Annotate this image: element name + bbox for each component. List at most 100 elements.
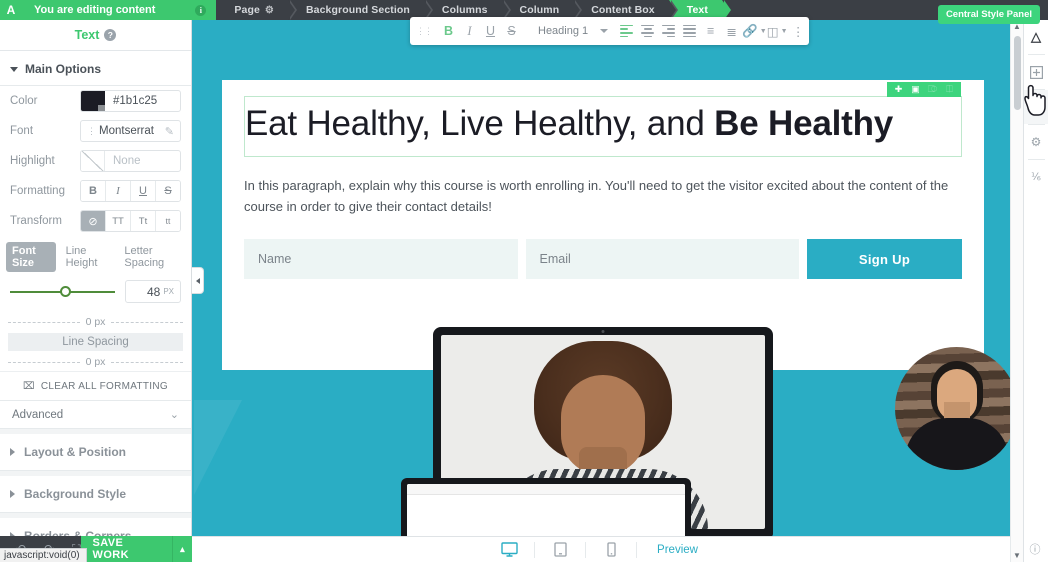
transform-capitalize-button[interactable]: Tt: [131, 211, 156, 231]
pencil-icon[interactable]: ✎: [165, 125, 174, 138]
chevron-left-icon: [195, 277, 200, 284]
font-size-value: 48: [146, 284, 161, 299]
highlight-label: Highlight: [10, 155, 55, 167]
option-row-highlight: Highlight None: [0, 146, 191, 176]
canvas-scrollbar[interactable]: ▲ ▼: [1010, 20, 1023, 562]
info-icon[interactable]: i: [195, 4, 207, 16]
sidebar-item-background-style-label: Background Style: [24, 487, 127, 501]
clear-all-formatting-button[interactable]: ⌧ CLEAR ALL FORMATTING: [0, 371, 191, 400]
advanced-label: Advanced: [12, 408, 64, 421]
format-strikethrough-button[interactable]: S: [156, 181, 180, 201]
copy-style-icon[interactable]: ⎄: [924, 84, 941, 95]
heading-text-element[interactable]: ✚ ▣ ⎄ ⎅ Eat Healthy, Live Healthy, and B…: [244, 82, 962, 157]
scroll-down-arrow-icon[interactable]: ▼: [1013, 549, 1021, 562]
advanced-dropdown[interactable]: Advanced ⌄: [0, 400, 191, 429]
numbered-list-icon[interactable]: ≣: [721, 17, 742, 45]
align-center-icon[interactable]: [637, 17, 658, 45]
ab-test-icon[interactable]: ⅙: [1024, 160, 1048, 194]
save-options-caret-icon[interactable]: ▴: [172, 536, 192, 562]
save-work-button[interactable]: SAVE WORK ▴: [80, 536, 192, 562]
element-control-bar[interactable]: ✚ ▣ ⎄ ⎅: [887, 82, 961, 97]
more-vertical-icon[interactable]: ⋮: [788, 17, 809, 45]
color-swatch[interactable]: [81, 91, 105, 111]
desktop-icon[interactable]: [490, 537, 528, 562]
heading-level-select[interactable]: Heading 1: [522, 25, 616, 37]
highlight-field[interactable]: None: [80, 150, 181, 172]
breadcrumb-item-background-section[interactable]: Background Section: [288, 0, 433, 20]
link-icon[interactable]: 🔗 ▼: [742, 17, 767, 45]
transform-uppercase-button[interactable]: TT: [106, 211, 131, 231]
name-input[interactable]: Name: [244, 239, 518, 279]
color-value[interactable]: #1b1c25: [105, 95, 157, 107]
bullet-list-icon[interactable]: ≡: [700, 17, 721, 45]
italic-button[interactable]: I: [459, 17, 480, 45]
format-bold-button[interactable]: B: [81, 181, 106, 201]
heading-bold-part: Be Healthy: [714, 104, 894, 143]
browser-status-text: javascript:void(0): [0, 548, 87, 562]
text-format-toolbar[interactable]: ⋮⋮ B I U S Heading 1 ≡ ≣ 🔗 ▼ ◫ ▼ ⋮: [410, 17, 809, 45]
highlight-swatch-none-icon[interactable]: [81, 151, 105, 171]
panel-scroll-area[interactable]: Main Options Color #1b1c25 Font ⋮ Montse…: [0, 51, 191, 562]
panel-title-label: Text: [74, 28, 100, 42]
format-underline-button[interactable]: U: [131, 181, 156, 201]
transform-lowercase-button[interactable]: tt: [156, 211, 180, 231]
logo-icon[interactable]: △: [1024, 20, 1048, 54]
question-icon[interactable]: ?: [104, 29, 117, 41]
app-logo-icon[interactable]: A: [0, 0, 22, 20]
spacing-top-row[interactable]: 0 px: [0, 313, 191, 331]
breadcrumb-page-label: Page: [234, 4, 260, 16]
format-italic-button[interactable]: I: [106, 181, 131, 201]
help-question-icon[interactable]: ⓘ: [1026, 540, 1044, 558]
align-left-icon[interactable]: [616, 17, 637, 45]
tab-line-height[interactable]: Line Height: [60, 242, 115, 272]
sidebar-item-layout-position[interactable]: Layout & Position: [0, 434, 191, 471]
left-settings-panel: Text ? Main Options Color #1b1c25 Font ⋮…: [0, 20, 192, 562]
dash-line: [8, 361, 80, 363]
clear-format-icon: ⌧: [23, 381, 35, 392]
database-icon[interactable]: ◫ ▼: [767, 17, 788, 45]
transform-none-button[interactable]: ⊘: [81, 211, 106, 231]
font-value[interactable]: Montserrat: [99, 125, 154, 137]
tab-letter-spacing[interactable]: Letter Spacing: [118, 242, 185, 272]
bold-button[interactable]: B: [438, 17, 459, 45]
duplicate-icon[interactable]: ▣: [907, 84, 924, 95]
align-right-icon[interactable]: [658, 17, 679, 45]
plus-icon[interactable]: [1024, 55, 1048, 89]
panel-collapse-handle[interactable]: [192, 267, 204, 294]
font-field[interactable]: ⋮ Montserrat ✎: [80, 120, 181, 142]
color-field[interactable]: #1b1c25: [80, 90, 181, 112]
panel-title: Text ?: [0, 20, 191, 51]
font-size-slider[interactable]: [10, 285, 115, 297]
font-size-unit: PX: [163, 287, 174, 296]
font-size-input[interactable]: 48 PX: [125, 280, 181, 303]
section-main-options[interactable]: Main Options: [0, 51, 191, 85]
gear-icon[interactable]: ⚙: [1024, 125, 1048, 159]
sidebar-item-background-style[interactable]: Background Style: [0, 476, 191, 513]
strikethrough-button[interactable]: S: [501, 17, 522, 45]
gear-icon[interactable]: ⚙: [265, 5, 274, 16]
tablet-icon[interactable]: [541, 537, 579, 562]
page-canvas[interactable]: ✚ ▣ ⎄ ⎅ Eat Healthy, Live Healthy, and B…: [192, 20, 1024, 562]
option-row-color: Color #1b1c25: [0, 86, 191, 116]
divider: [534, 541, 536, 558]
preview-button[interactable]: Preview: [643, 544, 712, 556]
align-justify-icon[interactable]: [679, 17, 700, 45]
move-icon[interactable]: ✚: [890, 84, 907, 95]
tab-font-size[interactable]: Font Size: [6, 242, 56, 272]
mobile-icon[interactable]: [592, 537, 630, 562]
spacing-top-value: 0 px: [85, 316, 106, 328]
sign-up-button[interactable]: Sign Up: [807, 239, 962, 279]
spacing-bottom-row[interactable]: 0 px: [0, 353, 191, 371]
drag-grip-icon[interactable]: ⋮⋮: [410, 27, 438, 36]
paragraph-text[interactable]: In this paragraph, explain why this cour…: [244, 175, 962, 217]
font-size-slider-knob[interactable]: [60, 285, 72, 297]
brush-icon[interactable]: [1023, 90, 1048, 124]
heading-text[interactable]: Eat Healthy, Live Healthy, and Be Health…: [245, 99, 961, 146]
breadcrumb-item-page[interactable]: Page ⚙: [216, 0, 297, 20]
underline-button[interactable]: U: [480, 17, 501, 45]
email-input[interactable]: Email: [525, 239, 799, 279]
paste-style-icon[interactable]: ⎅: [941, 84, 958, 95]
chevron-right-icon: [10, 448, 15, 456]
scrollbar-thumb[interactable]: [1013, 36, 1021, 110]
dash-line: [8, 321, 80, 323]
